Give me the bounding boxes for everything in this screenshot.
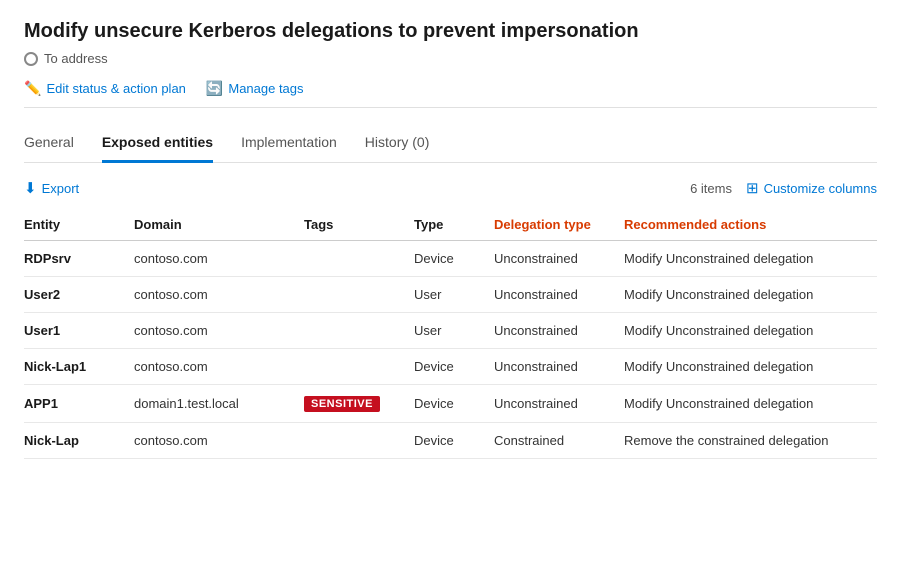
- entity-name: APP1: [24, 396, 58, 411]
- action-bar: ✏️ Edit status & action plan 🔄 Manage ta…: [24, 80, 877, 108]
- table-toolbar: ⬇ Export 6 items ⊞ Customize columns: [24, 179, 877, 197]
- cell-recommended-actions: Modify Unconstrained delegation: [624, 385, 877, 423]
- edit-icon: ✏️: [24, 80, 41, 97]
- cell-domain: domain1.test.local: [134, 385, 304, 423]
- toolbar-right: 6 items ⊞ Customize columns: [690, 179, 877, 197]
- table-row: User2 contoso.com UserUnconstrainedModify …: [24, 277, 877, 313]
- tag-icon: 🔄: [206, 80, 223, 97]
- cell-domain: contoso.com: [134, 423, 304, 459]
- tab-general[interactable]: General: [24, 126, 74, 163]
- manage-tags-label: Manage tags: [228, 81, 303, 96]
- cell-entity[interactable]: Nick-Lap1: [24, 349, 134, 385]
- edit-status-label: Edit status & action plan: [46, 81, 185, 96]
- table-row: Nick-Lap1 contoso.com DeviceUnconstrainedM…: [24, 349, 877, 385]
- cell-tags: [304, 241, 414, 277]
- table-row: APP1 domain1.test.localSENSITIVE DeviceUnc…: [24, 385, 877, 423]
- cell-delegation-type: Unconstrained: [494, 241, 624, 277]
- cell-tags: [304, 313, 414, 349]
- entity-name: Nick-Lap: [24, 433, 79, 448]
- table-row: Nick-Lap contoso.com DeviceConstrainedRemo…: [24, 423, 877, 459]
- cell-domain: contoso.com: [134, 241, 304, 277]
- tab-implementation[interactable]: Implementation: [241, 126, 337, 163]
- col-header-type: Type: [414, 209, 494, 241]
- entity-name: Nick-Lap1: [24, 359, 86, 374]
- cell-tags: [304, 277, 414, 313]
- cell-entity[interactable]: Nick-Lap: [24, 423, 134, 459]
- status-row: To address: [24, 51, 877, 66]
- col-header-tags: Tags: [304, 209, 414, 241]
- entities-table: Entity Domain Tags Type Delegation type …: [24, 209, 877, 459]
- cell-type: Device: [414, 385, 494, 423]
- edit-status-button[interactable]: ✏️ Edit status & action plan: [24, 80, 186, 97]
- page-title: Modify unsecure Kerberos delegations to …: [24, 20, 877, 43]
- tab-history[interactable]: History (0): [365, 126, 430, 163]
- status-circle-icon: [24, 52, 38, 66]
- entity-name: User2: [24, 287, 60, 302]
- cell-domain: contoso.com: [134, 349, 304, 385]
- cell-recommended-actions: Modify Unconstrained delegation: [624, 241, 877, 277]
- cell-type: Device: [414, 241, 494, 277]
- customize-columns-button[interactable]: ⊞ Customize columns: [746, 179, 877, 197]
- cell-type: User: [414, 313, 494, 349]
- item-count: 6 items: [690, 181, 732, 196]
- cell-recommended-actions: Modify Unconstrained delegation: [624, 313, 877, 349]
- cell-recommended-actions: Modify Unconstrained delegation: [624, 277, 877, 313]
- cell-domain: contoso.com: [134, 313, 304, 349]
- col-header-domain: Domain: [134, 209, 304, 241]
- cell-entity[interactable]: User2: [24, 277, 134, 313]
- status-label: To address: [44, 51, 108, 66]
- cell-type: Device: [414, 423, 494, 459]
- download-icon: ⬇: [24, 179, 37, 197]
- col-header-recommended: Recommended actions: [624, 209, 877, 241]
- sensitive-badge: SENSITIVE: [304, 396, 380, 412]
- cell-type: Device: [414, 349, 494, 385]
- cell-tags: SENSITIVE: [304, 385, 414, 423]
- manage-tags-button[interactable]: 🔄 Manage tags: [206, 80, 304, 97]
- cell-delegation-type: Unconstrained: [494, 277, 624, 313]
- cell-tags: [304, 423, 414, 459]
- table-row: User1 contoso.com UserUnconstrainedModify …: [24, 313, 877, 349]
- tab-exposed-entities[interactable]: Exposed entities: [102, 126, 213, 163]
- cell-delegation-type: Unconstrained: [494, 313, 624, 349]
- export-button[interactable]: ⬇ Export: [24, 179, 79, 197]
- cell-delegation-type: Unconstrained: [494, 385, 624, 423]
- columns-icon: ⊞: [746, 179, 759, 197]
- table-header-row: Entity Domain Tags Type Delegation type …: [24, 209, 877, 241]
- cell-recommended-actions: Modify Unconstrained delegation: [624, 349, 877, 385]
- tab-bar: General Exposed entities Implementation …: [24, 126, 877, 163]
- table-row: RDPsrv contoso.com DeviceUnconstrainedModi…: [24, 241, 877, 277]
- cell-entity[interactable]: User1: [24, 313, 134, 349]
- cell-domain: contoso.com: [134, 277, 304, 313]
- export-label: Export: [42, 181, 80, 196]
- customize-label: Customize columns: [764, 181, 877, 196]
- col-header-entity: Entity: [24, 209, 134, 241]
- cell-delegation-type: Constrained: [494, 423, 624, 459]
- cell-recommended-actions: Remove the constrained delegation: [624, 423, 877, 459]
- cell-entity[interactable]: APP1: [24, 385, 134, 423]
- entity-name: User1: [24, 323, 60, 338]
- cell-type: User: [414, 277, 494, 313]
- col-header-delegation: Delegation type: [494, 209, 624, 241]
- cell-delegation-type: Unconstrained: [494, 349, 624, 385]
- cell-tags: [304, 349, 414, 385]
- cell-entity[interactable]: RDPsrv: [24, 241, 134, 277]
- entity-name: RDPsrv: [24, 251, 71, 266]
